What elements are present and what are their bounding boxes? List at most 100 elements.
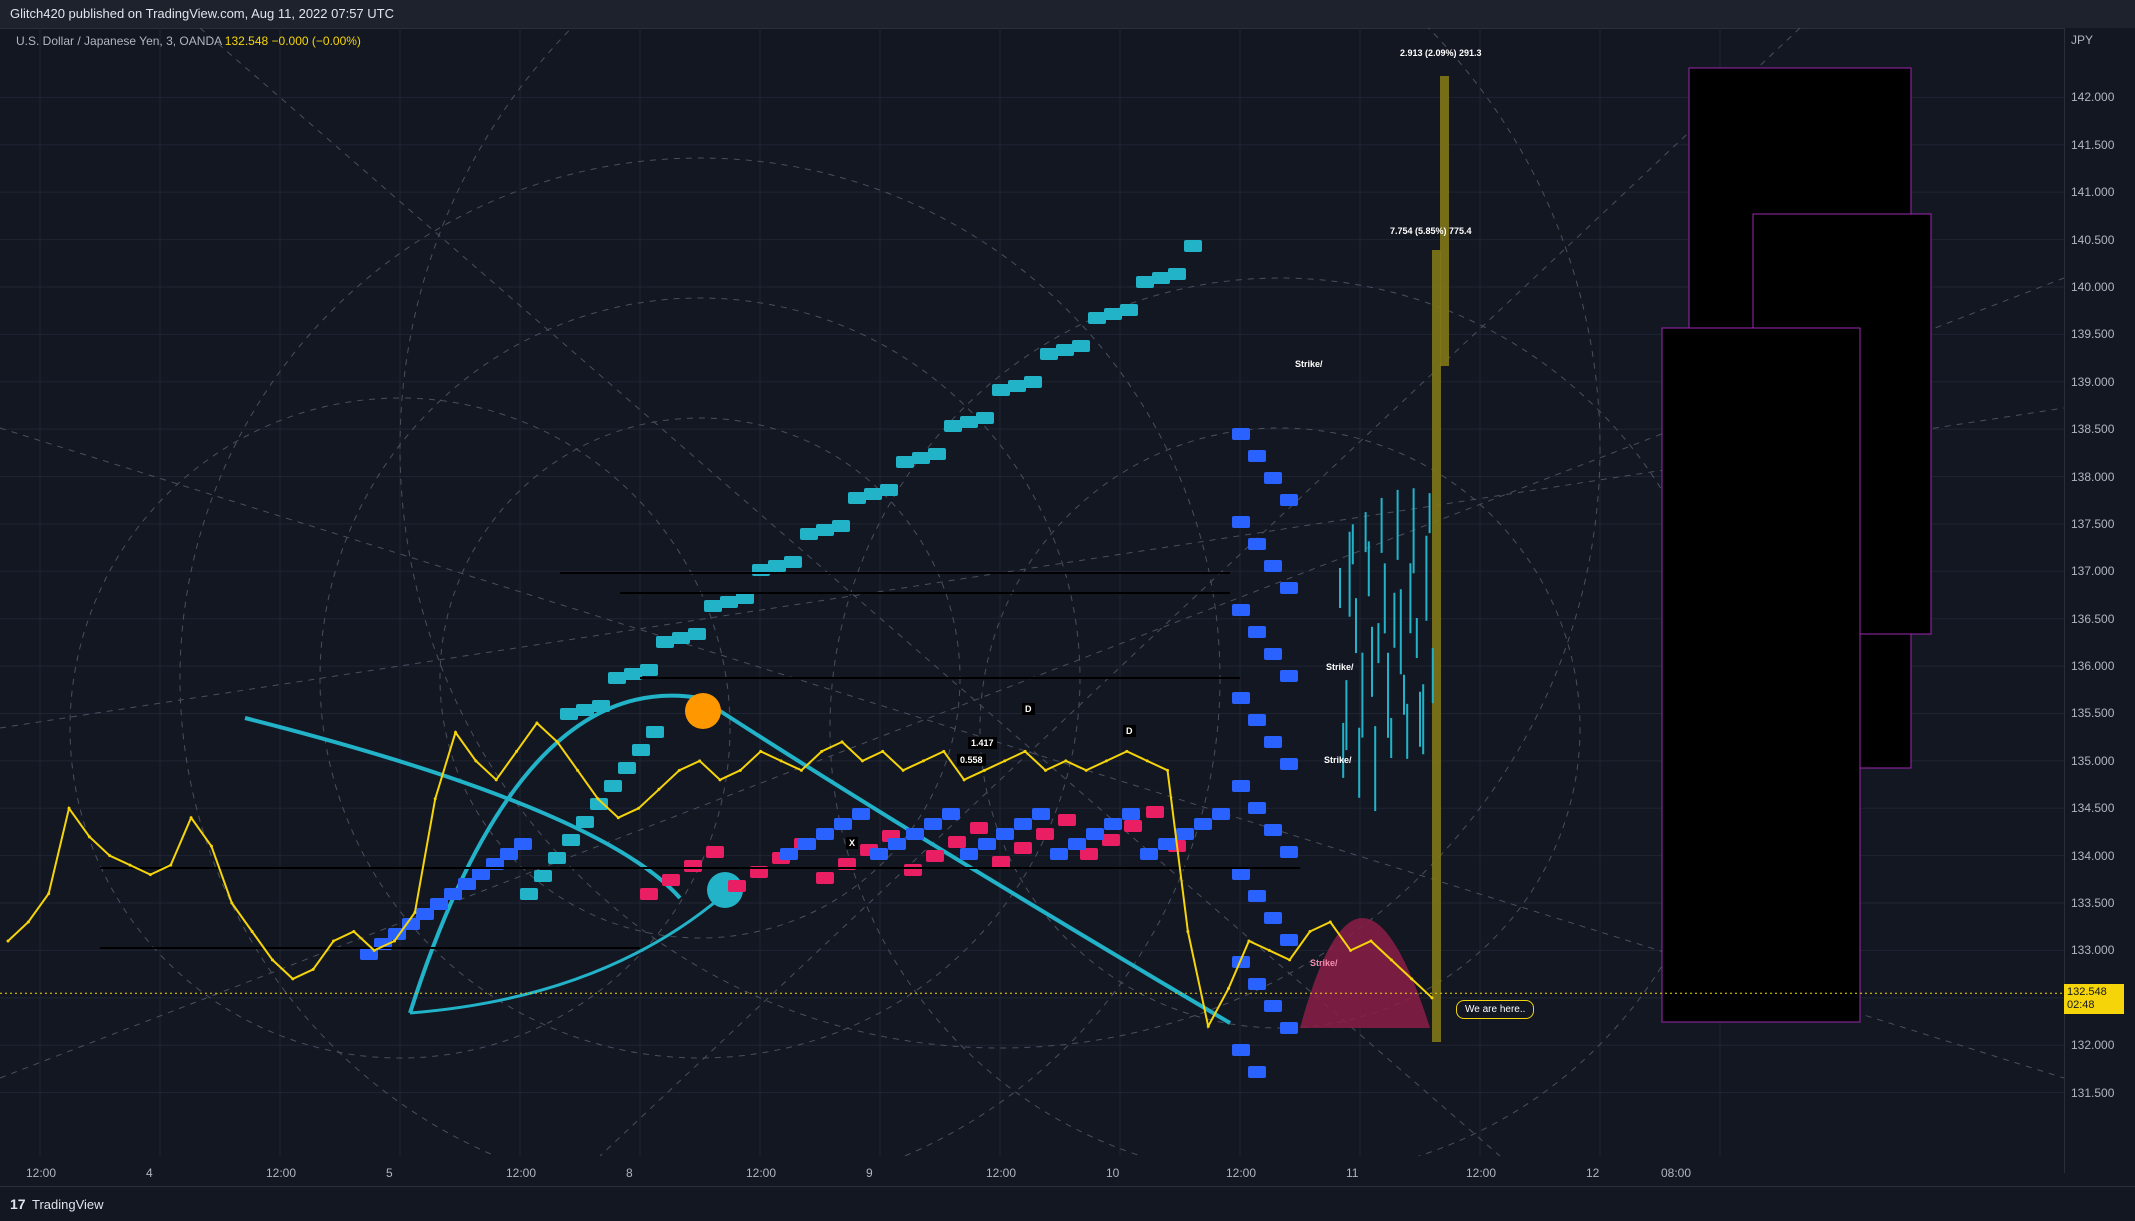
pattern-box (1248, 626, 1266, 638)
we-are-here-callout: We are here.. (1456, 1000, 1535, 1019)
pattern-box (1104, 308, 1122, 320)
time-axis[interactable]: 12:00 4 12:00 5 12:00 8 12:00 9 12:00 10 12:00 11 12… (0, 1156, 2064, 1186)
pattern-box (1124, 820, 1142, 832)
ratio-label: 0.558 (957, 754, 986, 766)
price-point (921, 759, 925, 763)
pattern-box (1056, 344, 1074, 356)
pattern-box (728, 880, 746, 892)
time-tick-label: 11 (1346, 1166, 1359, 1180)
price-point (26, 920, 30, 924)
pattern-box (1136, 276, 1154, 288)
pattern-box (1264, 1000, 1282, 1012)
pattern-box (992, 856, 1010, 868)
price-tick-label: 141.000 (2071, 185, 2115, 200)
price-point (1288, 958, 1292, 962)
pattern-box (1264, 648, 1282, 660)
pattern-box (1264, 472, 1282, 484)
pattern-box (960, 848, 978, 860)
pattern-box (1008, 380, 1026, 392)
strike-label: Strike/ (1310, 958, 1338, 968)
price-point (454, 730, 458, 734)
price-tick-label: 141.500 (2071, 137, 2115, 152)
price-tick-label: 133.500 (2071, 896, 2115, 911)
pattern-box (706, 846, 724, 858)
pattern-box (864, 488, 882, 500)
price-point (1043, 768, 1047, 772)
pattern-box (1264, 560, 1282, 572)
price-point (47, 892, 51, 896)
price-point (677, 768, 681, 772)
legend-price: 132.548 (224, 34, 269, 48)
chart-area[interactable] (0, 28, 2064, 1173)
chart-canvas[interactable] (0, 28, 2064, 1156)
pivot-marker (685, 693, 721, 729)
price-point (352, 929, 356, 933)
price-point (718, 778, 722, 782)
price-point (982, 768, 986, 772)
price-point (413, 911, 417, 915)
price-point (515, 749, 519, 753)
brand-name[interactable]: TradingView (32, 1197, 104, 1212)
pattern-box (704, 600, 722, 612)
pattern-box (1168, 268, 1186, 280)
pattern-box (1122, 808, 1140, 820)
price-point (840, 740, 844, 744)
legend-change: −0.000 (−0.00%) (271, 34, 361, 48)
teal-arc (409, 896, 721, 1015)
price-point (1410, 977, 1414, 981)
pattern-box (576, 704, 594, 716)
price-point (209, 844, 213, 848)
symbol-legend[interactable]: U.S. Dollar / Japanese Yen, 3, OANDA 132… (16, 34, 361, 48)
pattern-box (604, 780, 622, 792)
pattern-box (832, 520, 850, 532)
pattern-box (1248, 450, 1266, 462)
symbol-name: U.S. Dollar / Japanese Yen, 3, OANDA (16, 34, 222, 48)
pattern-box (640, 888, 658, 900)
pattern-box (896, 456, 914, 468)
current-price-value: 132.548 (2067, 986, 2107, 999)
price-tick-label: 142.000 (2071, 90, 2115, 105)
price-point (108, 854, 112, 858)
pattern-box (942, 808, 960, 820)
time-tick-label: 08:00 (1661, 1166, 1692, 1180)
projection-box (1661, 327, 1861, 1023)
bar-countdown: 02:48 (2067, 999, 2095, 1012)
price-tick-label: 140.000 (2071, 279, 2115, 294)
pattern-box (1104, 818, 1122, 830)
pattern-box (1232, 604, 1250, 616)
pattern-box (1040, 348, 1058, 360)
pattern-box (1248, 1066, 1266, 1078)
pattern-box (1232, 692, 1250, 704)
pattern-box (1280, 846, 1298, 858)
pattern-box (1280, 670, 1298, 682)
pattern-box (1248, 802, 1266, 814)
tradingview-logo-icon[interactable]: 17 (10, 1196, 26, 1212)
pattern-box (1050, 848, 1068, 860)
current-price-badge: 132.548 02:48 (2064, 984, 2124, 1015)
time-tick-label: 12:00 (986, 1166, 1017, 1180)
price-point (820, 749, 824, 753)
pattern-box (784, 556, 802, 568)
pattern-box (562, 834, 580, 846)
price-point (698, 759, 702, 763)
pattern-box (1072, 340, 1090, 352)
price-tick-label: 139.000 (2071, 374, 2115, 389)
price-tick-label: 136.500 (2071, 611, 2115, 626)
time-tick-label: 4 (146, 1166, 153, 1180)
fib-arc (179, 157, 1221, 1156)
pattern-box (904, 864, 922, 876)
price-point (1064, 759, 1068, 763)
pattern-box (1232, 868, 1250, 880)
pattern-box (970, 822, 988, 834)
pattern-box (870, 848, 888, 860)
pattern-box (1232, 428, 1250, 440)
strike-label: Strike/ (1326, 662, 1354, 672)
price-point (1084, 768, 1088, 772)
pattern-label-d: D (1022, 703, 1035, 715)
pattern-box (912, 452, 930, 464)
pattern-box (768, 560, 786, 572)
price-point (1186, 929, 1190, 933)
pattern-box (752, 564, 770, 576)
price-point (128, 863, 132, 867)
price-point (1247, 939, 1251, 943)
